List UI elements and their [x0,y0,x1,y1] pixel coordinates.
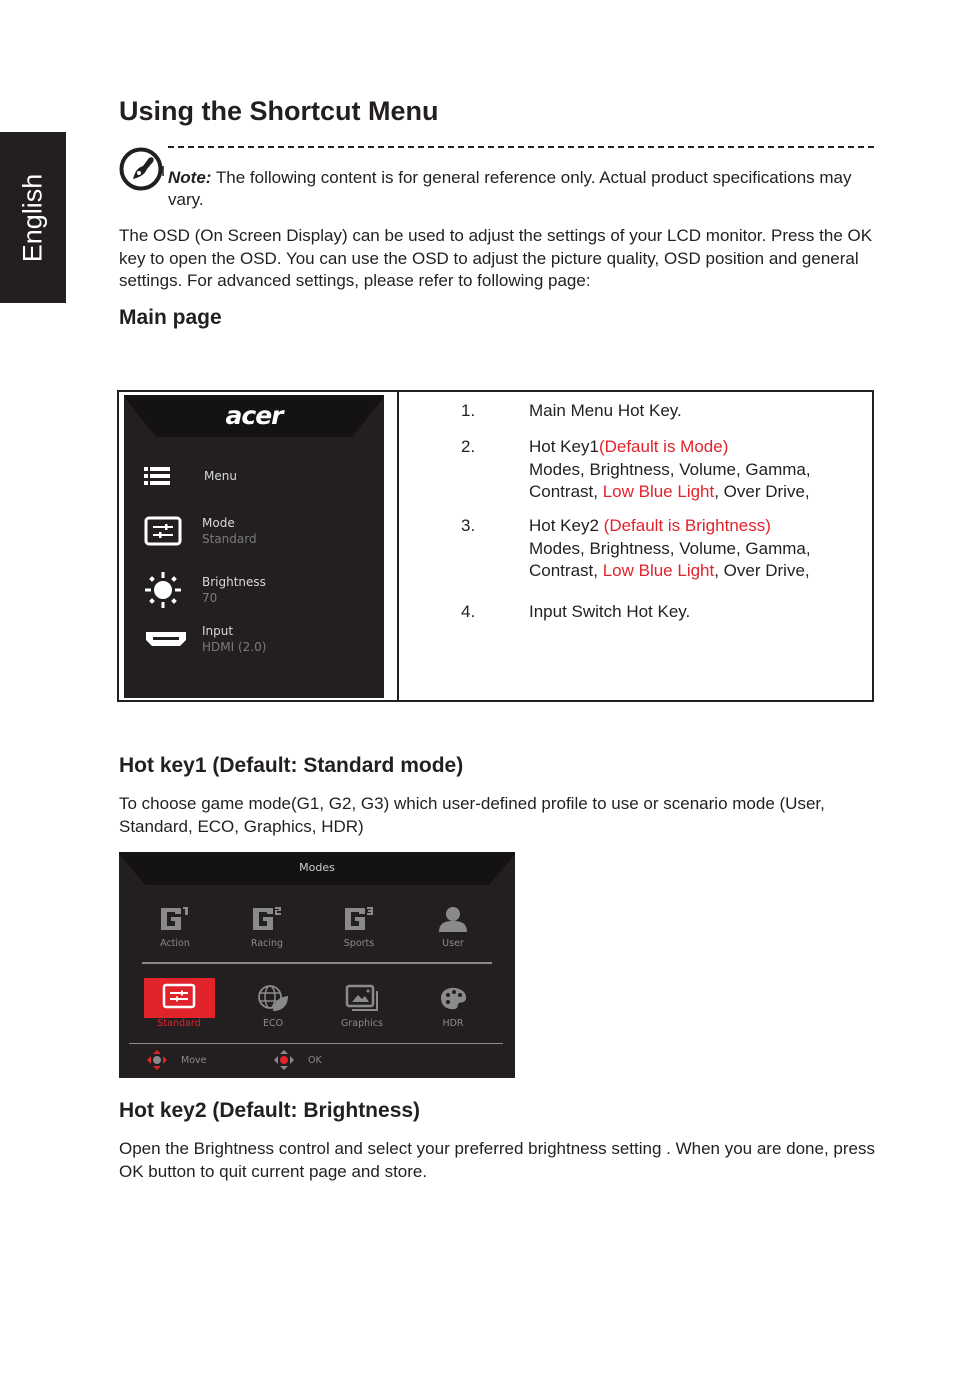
osd-menu-label: Menu [204,469,237,483]
note-divider [168,146,874,148]
mode-label-selected: Standard [157,1018,201,1029]
osd-main-menu: acer Menu Mode Standard Brightness 70 In… [124,395,384,698]
item-title: Hot Key2 [529,516,604,535]
mode-label: Racing [250,938,284,949]
mode-option-action[interactable]: Action [137,904,213,949]
modes-row-divider [142,962,492,964]
item-highlight: Low Blue Light [602,561,715,580]
note-body: The following content is for general ref… [168,168,852,209]
modes-footer-divider [129,1043,503,1044]
user-icon [439,907,467,932]
joystick-move-icon [147,1050,167,1070]
mode-label: Sports [343,938,375,949]
item-text: Input Switch Hot Key. [529,602,691,621]
mode-label: ECO [262,1018,284,1029]
note-prefix: Note: [168,168,212,187]
footer-move-label: Move [181,1054,207,1066]
item-default-note: (Default is Mode) [598,437,729,456]
hdr-palette-icon [441,987,467,1010]
eco-globe-leaf-icon [258,985,288,1011]
intro-paragraph: The OSD (On Screen Display) can be used … [119,226,873,290]
item-options-text: Contrast, [529,482,603,501]
footer-ok-hint: OK [274,1050,322,1070]
osd-brightness-value: 70 [202,591,218,605]
mode-label: Graphics [341,1018,383,1029]
mode-option-eco[interactable]: ECO [235,984,311,1029]
footer-move-hint: Move [147,1050,206,1070]
menu-list-icon [144,467,170,485]
osd-modes-panel: Modes Action Racing Sports User Standard… [119,852,515,1078]
osd-input-value: HDMI (2.0) [202,640,267,654]
main-page-table: acer Menu Mode Standard Brightness 70 In… [117,390,874,702]
osd-item-input[interactable]: Input HDMI (2.0) [144,623,266,655]
item-text: Main Menu Hot Key. [529,401,682,420]
graphics-images-icon [345,984,378,1011]
acer-logo: acer [225,401,284,430]
item-options-text: , Over Drive, [714,561,810,580]
osd-input-label: Input [202,624,234,638]
mode-label: HDR [442,1018,464,1029]
language-label: English [17,173,48,263]
hotkey1-heading: Hot key1 (Default: Standard mode) [119,754,464,777]
osd-brightness-label: Brightness [202,575,266,589]
hotkey2-description: Open the Brightness control and select y… [119,1139,875,1181]
g1-icon [161,907,188,930]
standard-sliders-icon [162,983,196,1009]
item-options-text: , Over Drive, [714,482,810,501]
joystick-ok-icon [274,1050,294,1070]
footer-ok-label: OK [308,1054,322,1066]
item-number: 1. [461,401,476,420]
osd-item-brightness[interactable]: Brightness 70 [144,571,266,609]
mode-option-standard[interactable]: Standard [141,982,217,1029]
item-options-text: Contrast, [529,561,603,580]
item-number: 3. [461,516,476,535]
page-title: Using the Shortcut Menu [119,96,439,126]
hdmi-port-icon [146,632,186,646]
note-pen-icon [119,147,164,191]
osd-item-mode[interactable]: Mode Standard [144,515,257,547]
main-page-heading: Main page [119,306,222,329]
osd-mode-value: Standard [202,532,257,546]
mode-label: Action [160,938,190,949]
osd-mode-label: Mode [202,516,235,530]
mode-option-racing[interactable]: Racing [229,904,305,949]
language-tab: English [0,132,66,303]
g3-icon [345,907,373,930]
item-options-line: Modes, Brightness, Volume, Gamma, [529,538,811,558]
osd-item-menu[interactable]: Menu [144,467,237,485]
item-number: 2. [461,437,476,456]
mode-label: User [442,938,464,949]
mode-option-user[interactable]: User [415,904,491,949]
item-default-note: (Default is Brightness) [603,516,771,535]
item-number: 4. [461,602,476,621]
mode-option-hdr[interactable]: HDR [415,984,491,1029]
g2-icon [253,907,281,930]
item-highlight: Low Blue Light [602,482,715,501]
mode-option-sports[interactable]: Sports [321,904,397,949]
note-text: Note: The following content is for gener… [168,167,888,211]
brightness-sun-icon [145,572,181,608]
mode-option-graphics[interactable]: Graphics [324,984,400,1029]
table-column-divider [397,392,399,700]
mode-sliders-icon [144,516,182,546]
hotkey2-heading: Hot key2 (Default: Brightness) [119,1099,421,1122]
item-title: Hot Key1 [529,437,599,456]
modes-title: Modes [299,861,335,874]
hotkey1-description: To choose game mode(G1, G2, G3) which us… [119,794,825,836]
item-options-line: Modes, Brightness, Volume, Gamma, [529,459,811,479]
